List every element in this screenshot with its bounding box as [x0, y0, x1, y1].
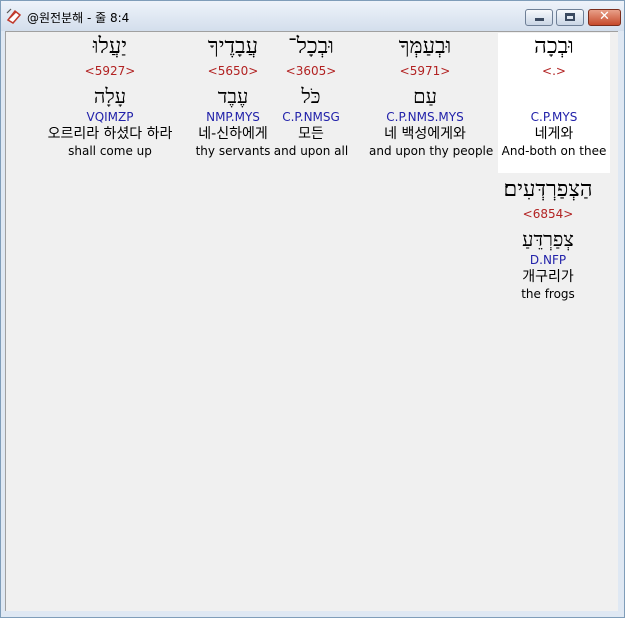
english-gloss: shall come up — [68, 144, 152, 158]
title-bar[interactable]: @원전분해 - 줄 8:4 ✕ — [1, 1, 624, 31]
window-bottom-border — [5, 611, 618, 615]
morphology-code: D.NFP — [529, 253, 567, 267]
hebrew-word: הַצְפַרְדְּעִים׃ — [503, 177, 593, 202]
korean-gloss: 개구리가 — [522, 269, 574, 285]
word-cell[interactable]: וּבְכָה <.> C.P.MYS 네게와 And-both on thee — [498, 33, 610, 173]
lemma: עֶבֶד — [217, 84, 249, 108]
window-title: @원전분해 - 줄 8:4 — [27, 11, 130, 25]
close-button[interactable]: ✕ — [588, 9, 621, 26]
interlinear-view[interactable]: וּבְכָה <.> C.P.MYS 네게와 And-both on thee… — [5, 31, 618, 611]
strong-number[interactable]: <6854> — [488, 206, 608, 222]
word-cell[interactable]: יַעֲלוּ <5927> עָלָה VQIMZP 오르리라 하셨다 하라 … — [30, 33, 190, 159]
korean-gloss: 네 백성에게와 — [384, 126, 466, 142]
app-icon — [6, 8, 22, 24]
lemma: עָלָה — [93, 84, 127, 108]
korean-gloss: 오르리라 하셨다 하라 — [47, 126, 173, 142]
morphology-code: VQIMZP — [86, 110, 134, 124]
english-gloss: thy servants — [195, 144, 271, 158]
maximize-button[interactable] — [556, 9, 584, 26]
lemma — [498, 83, 610, 109]
lemma: עַם — [413, 84, 437, 108]
close-icon: ✕ — [599, 9, 610, 24]
app-window: @원전분해 - 줄 8:4 ✕ וּבְכָה <.> C.P.MYS 네게와 … — [0, 0, 625, 618]
minimize-icon — [535, 18, 544, 21]
hebrew-word: עֲבָדֶיךָ — [207, 34, 259, 59]
strong-number[interactable]: <5650> — [178, 63, 288, 79]
strong-number[interactable]: <.> — [498, 63, 610, 79]
strong-number[interactable]: <5971> — [369, 63, 481, 79]
word-cell[interactable]: עֲבָדֶיךָ <5650> עֶבֶד NMP.MYS 네-신하에게 th… — [178, 33, 288, 159]
maximize-icon — [565, 13, 575, 21]
minimize-button[interactable] — [525, 9, 553, 26]
word-cell[interactable]: וּבְעַמְּךָ <5971> עַם C.P.NMS.MYS 네 백성에… — [369, 33, 494, 159]
english-gloss: the frogs — [521, 287, 575, 301]
word-cell[interactable]: הַצְפַרְדְּעִים׃ <6854> צְפַרְדֵּעַ D.NF… — [488, 176, 608, 302]
lemma: צְפַרְדֵּעַ — [522, 227, 574, 251]
morphology-code: C.P.MYS — [530, 110, 578, 124]
morphology-code: NMP.MYS — [206, 110, 260, 124]
strong-number[interactable]: <5927> — [30, 63, 190, 79]
korean-gloss: 네-신하에게 — [198, 126, 268, 142]
morphology-code: C.P.NMS.MYS — [386, 110, 464, 124]
korean-gloss: 네게와 — [534, 126, 574, 142]
english-gloss: And-both on thee — [501, 144, 607, 158]
hebrew-word: וּבְכָה — [534, 34, 574, 59]
english-gloss: and upon thy people — [369, 144, 494, 158]
hebrew-word: יַעֲלוּ — [92, 34, 128, 59]
hebrew-word: וּבְעַמְּךָ — [398, 34, 452, 59]
